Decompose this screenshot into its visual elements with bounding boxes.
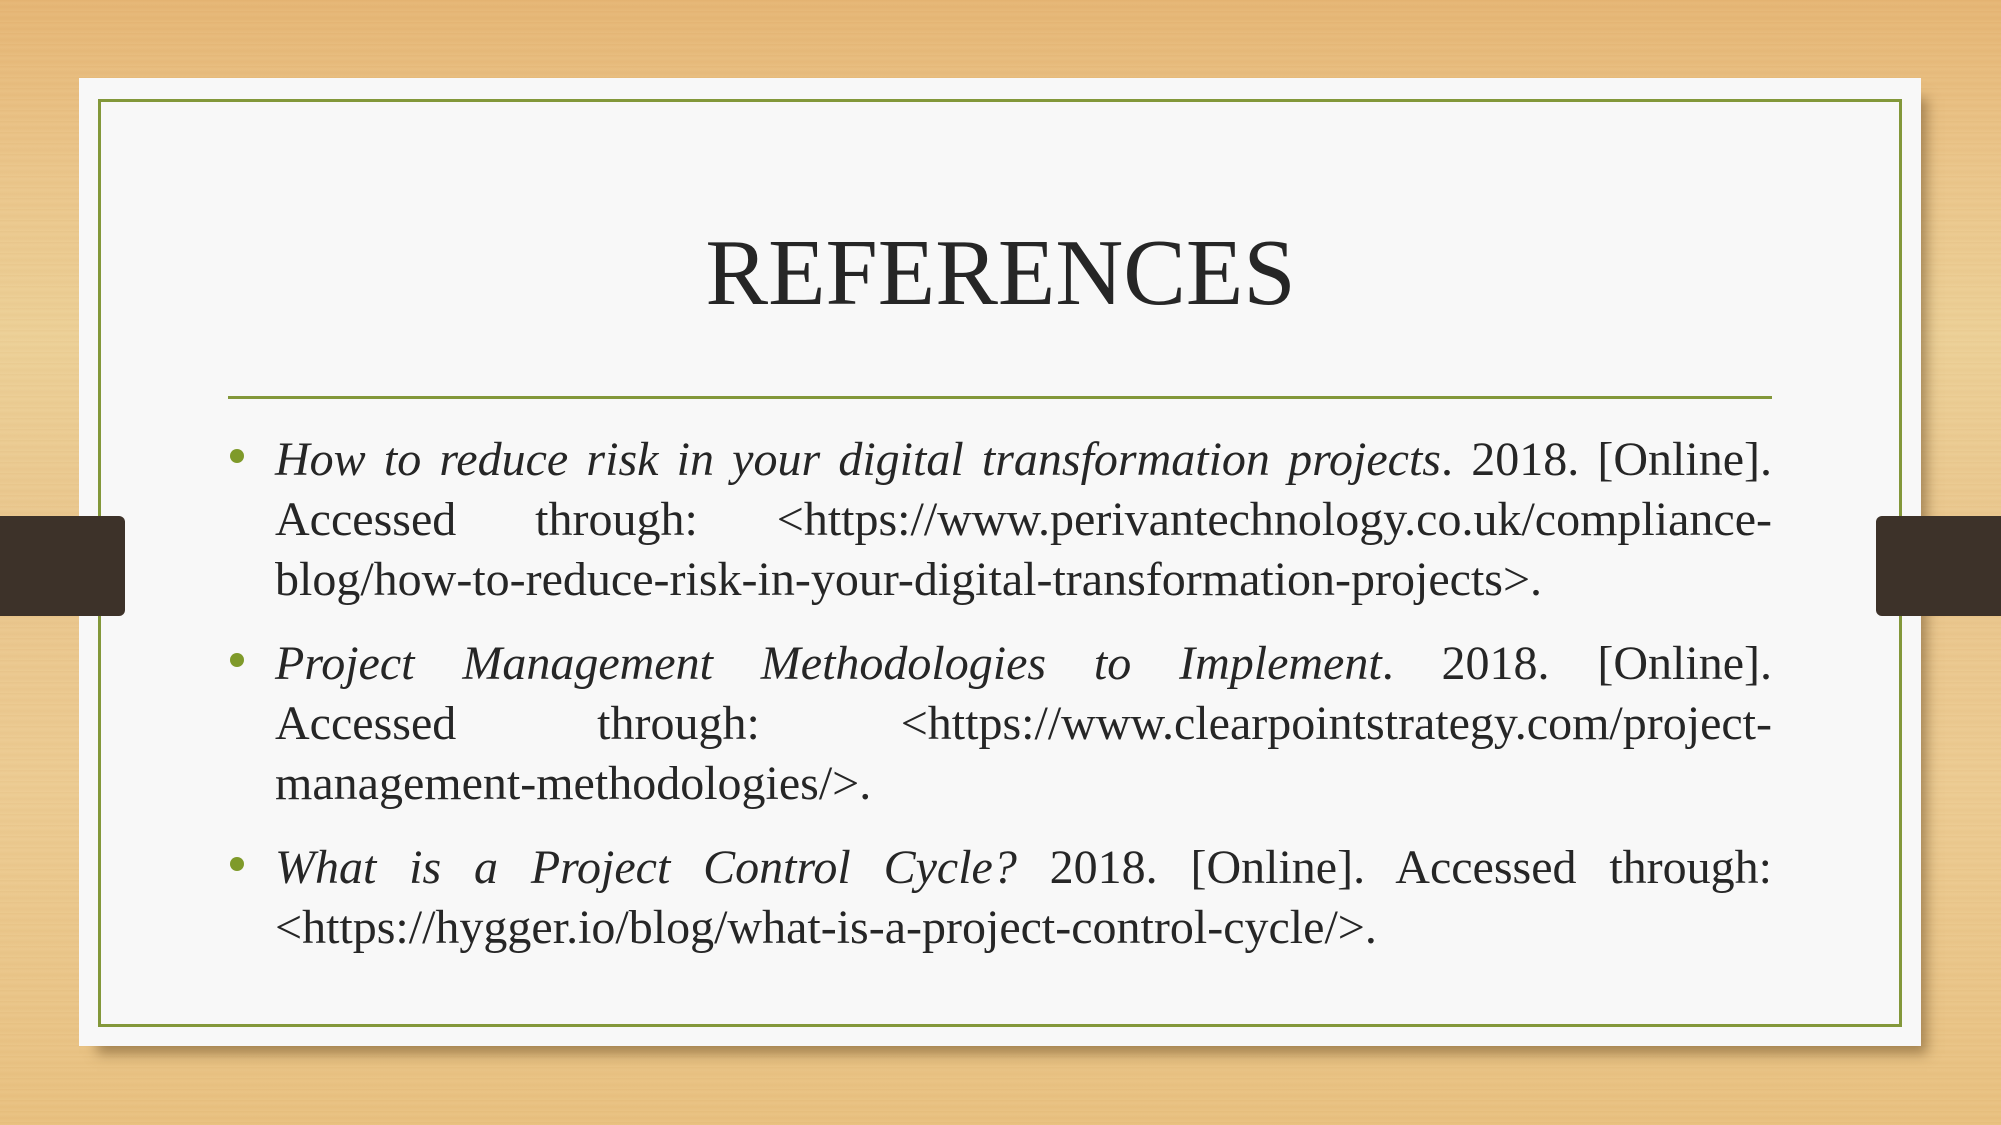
- reference-line: How to reduce risk in your digital trans…: [275, 430, 1772, 490]
- reference-item: Project Management Methodologies to Impl…: [230, 634, 1772, 814]
- reference-text: Accessed through: <https://www.perivante…: [275, 493, 1772, 546]
- reference-text: <https://hygger.io/blog/what-is-a-projec…: [275, 901, 1377, 954]
- bullet-icon: [230, 857, 244, 871]
- reference-text: 2018. [Online]. Accessed through:: [1016, 841, 1772, 894]
- reference-title: How to reduce risk in your digital trans…: [275, 433, 1441, 486]
- reference-line: <https://hygger.io/blog/what-is-a-projec…: [275, 898, 1772, 958]
- reference-item: What is a Project Control Cycle? 2018. […: [230, 838, 1772, 958]
- reference-title: Project Management Methodologies to Impl…: [275, 637, 1382, 690]
- reference-line: Accessed through: <https://www.clearpoin…: [275, 694, 1772, 754]
- reference-text: Accessed through: <https://www.clearpoin…: [275, 697, 1772, 750]
- bullet-icon: [230, 653, 244, 667]
- reference-text: . 2018. [Online].: [1381, 637, 1773, 690]
- bullet-icon: [230, 449, 244, 463]
- reference-text: management-methodologies/>.: [275, 757, 872, 810]
- reference-title: What is a Project Control Cycle?: [275, 841, 1017, 894]
- reference-item: How to reduce risk in your digital trans…: [230, 430, 1772, 610]
- reference-text: blog/how-to-reduce-risk-in-your-digital-…: [275, 553, 1543, 606]
- title-divider: [228, 396, 1772, 399]
- reference-line: What is a Project Control Cycle? 2018. […: [275, 838, 1772, 898]
- reference-text: . 2018. [Online].: [1441, 433, 1773, 486]
- reference-line: blog/how-to-reduce-risk-in-your-digital-…: [275, 550, 1772, 610]
- reference-line: Accessed through: <https://www.perivante…: [275, 490, 1772, 550]
- reference-line: Project Management Methodologies to Impl…: [275, 634, 1772, 694]
- slide-title: REFERENCES: [705, 221, 1296, 325]
- reference-line: management-methodologies/>.: [275, 754, 1772, 814]
- reference-list: How to reduce risk in your digital trans…: [230, 430, 1772, 982]
